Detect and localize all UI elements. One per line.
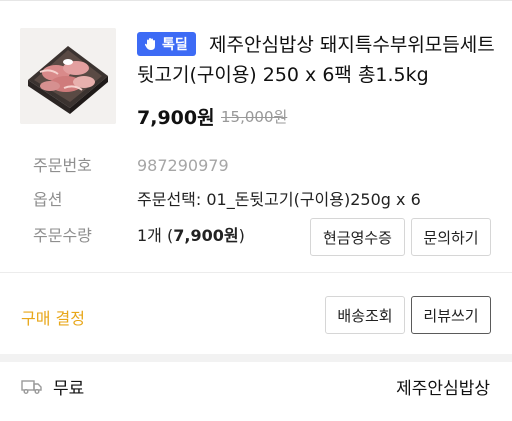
section-divider — [0, 272, 512, 273]
seller-name[interactable]: 제주안심밥상 — [396, 374, 490, 399]
product-card[interactable]: 제주안심밥상 돼지특수부위모듬세트 뒷고기(구이용) 250 x 6팩 총1.5… — [0, 0, 512, 140]
option-label: 옵션 — [33, 190, 63, 209]
inquiry-button[interactable]: 문의하기 — [411, 218, 491, 256]
purchase-decision-link[interactable]: 구매 결정 — [21, 305, 85, 329]
shipping-row: 무료 제주안심밥상 — [0, 362, 512, 421]
order-number-row: 주문번호 987290979 — [0, 152, 512, 180]
section-separator — [0, 354, 512, 362]
talkdeal-badge: 톡딜 — [137, 32, 196, 56]
order-number-value: 987290979 — [137, 156, 229, 175]
hand-wave-icon — [144, 38, 155, 50]
quantity-count: 1개 ( — [137, 226, 174, 245]
track-shipping-button[interactable]: 배송조회 — [325, 296, 405, 334]
sale-price: 7,900원 — [137, 107, 215, 129]
shipping-fee: 무료 — [53, 379, 85, 399]
order-number-label: 주문번호 — [33, 156, 92, 175]
product-thumbnail[interactable] — [20, 28, 116, 124]
cash-receipt-button[interactable]: 현금영수증 — [310, 218, 405, 256]
badge-label: 톡딜 — [162, 37, 188, 53]
quantity-amount: 7,900원 — [173, 226, 239, 245]
original-price: 15,000원 — [221, 108, 288, 126]
quantity-value: 1개 (7,900원) — [137, 222, 245, 250]
quantity-label: 주문수량 — [33, 226, 92, 245]
meat-box-image — [20, 28, 116, 124]
write-review-button[interactable]: 리뷰쓰기 — [411, 296, 491, 334]
truck-icon — [21, 380, 42, 394]
quantity-close: ) — [238, 226, 245, 245]
option-row: 옵션 주문선택: 01_돈뒷고기(구이용)250g x 6 — [0, 186, 512, 214]
option-value: 주문선택: 01_돈뒷고기(구이용)250g x 6 — [137, 190, 421, 209]
